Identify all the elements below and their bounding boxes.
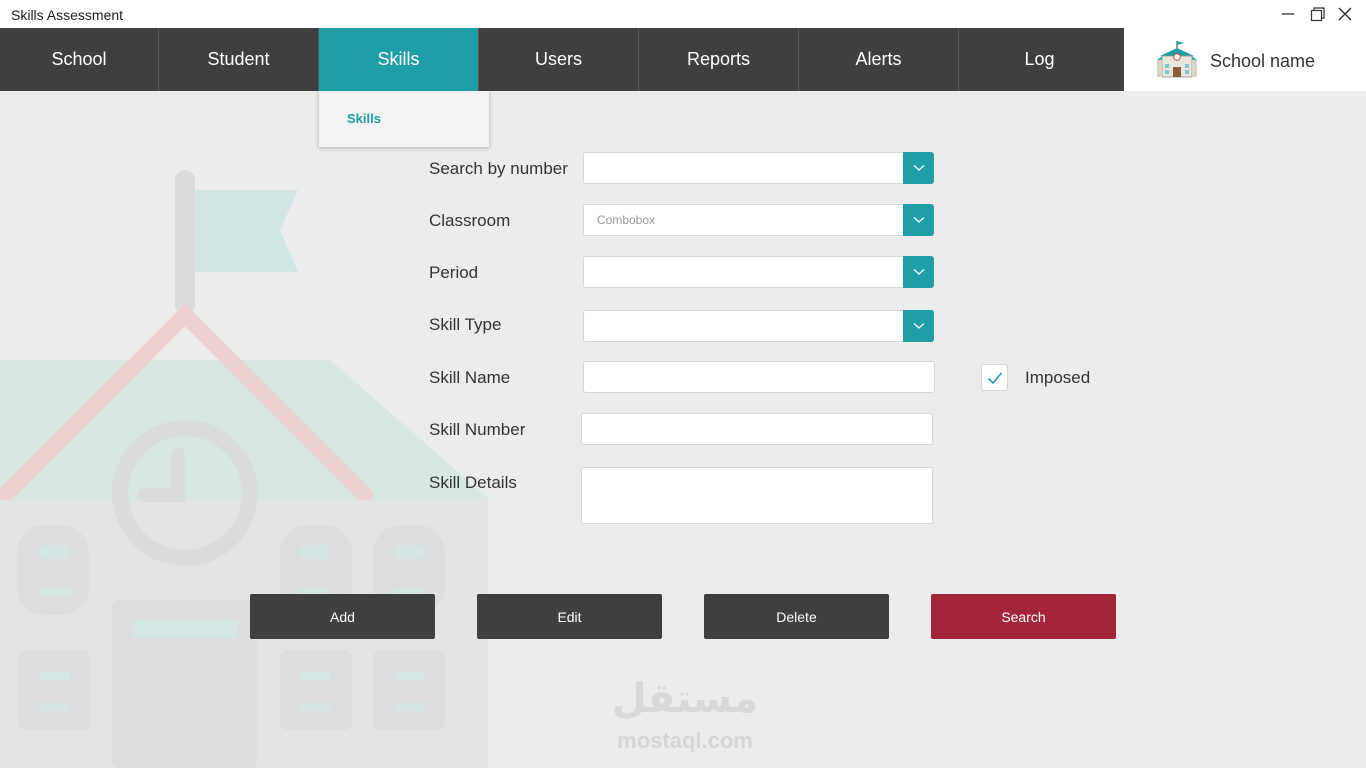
- school-background-illustration: [0, 150, 520, 768]
- add-button[interactable]: Add: [250, 594, 435, 639]
- nav-item-log[interactable]: Log: [959, 28, 1120, 91]
- classroom-placeholder: Combobox: [597, 213, 656, 227]
- nav-item-reports[interactable]: Reports: [639, 28, 799, 91]
- minimize-icon[interactable]: [1279, 5, 1297, 23]
- nav-item-school[interactable]: School: [0, 28, 159, 91]
- chevron-down-icon[interactable]: [903, 256, 934, 288]
- brand-panel: School name: [1124, 28, 1366, 91]
- skill-type-combobox[interactable]: [583, 310, 934, 342]
- chevron-down-icon[interactable]: [903, 152, 934, 184]
- edit-button[interactable]: Edit: [477, 594, 662, 639]
- title-bar: Skills Assessment: [0, 0, 1366, 28]
- period-label: Period: [429, 263, 479, 282]
- classroom-label: Classroom: [429, 211, 511, 230]
- nav-label: Users: [534, 49, 582, 69]
- skills-dropdown-menu: Skills: [319, 91, 489, 147]
- search-by-number-label: Search by number: [429, 159, 568, 178]
- watermark-arabic: مستقل: [611, 676, 759, 722]
- period-combobox[interactable]: [583, 256, 934, 288]
- dropdown-item-skills[interactable]: Skills: [347, 111, 381, 126]
- nav-label: Log: [1024, 49, 1055, 69]
- skill-name-input[interactable]: [583, 361, 935, 393]
- nav-label: Alerts: [855, 49, 902, 69]
- nav-label: Reports: [686, 49, 751, 69]
- chevron-down-icon[interactable]: [903, 204, 934, 236]
- nav-item-skills[interactable]: Skills: [319, 28, 479, 91]
- nav-item-alerts[interactable]: Alerts: [799, 28, 959, 91]
- checkmark-icon: [987, 371, 1002, 384]
- skill-name-label: Skill Name: [429, 368, 511, 387]
- school-name: School name: [1210, 51, 1316, 71]
- search-by-number-combobox[interactable]: [583, 152, 934, 184]
- imposed-label: Imposed: [1025, 368, 1091, 387]
- nav-label: Skills: [377, 49, 420, 69]
- watermark-latin: mostaql.com: [617, 728, 753, 753]
- nav-item-student[interactable]: Student: [159, 28, 319, 91]
- main-nav: School Student Skills Users Reports Aler…: [0, 28, 1124, 91]
- imposed-checkbox[interactable]: [981, 364, 1008, 391]
- maximize-icon[interactable]: [1308, 5, 1326, 23]
- mostaql-watermark: مستقل mostaql.com: [600, 676, 770, 756]
- classroom-combobox[interactable]: Combobox: [583, 204, 934, 236]
- skill-type-label: Skill Type: [429, 315, 502, 334]
- nav-label: School: [51, 49, 107, 69]
- search-button[interactable]: Search: [931, 594, 1116, 639]
- nav-label: Student: [207, 49, 270, 69]
- skill-number-input[interactable]: [581, 413, 933, 445]
- skill-details-textarea[interactable]: [581, 467, 933, 524]
- skill-details-label: Skill Details: [429, 473, 517, 492]
- nav-item-users[interactable]: Users: [479, 28, 639, 91]
- close-icon[interactable]: [1336, 5, 1354, 23]
- chevron-down-icon[interactable]: [903, 310, 934, 342]
- school-building-icon: [1156, 40, 1198, 78]
- window-title: Skills Assessment: [11, 7, 124, 23]
- skill-number-label: Skill Number: [429, 420, 526, 439]
- delete-button[interactable]: Delete: [704, 594, 889, 639]
